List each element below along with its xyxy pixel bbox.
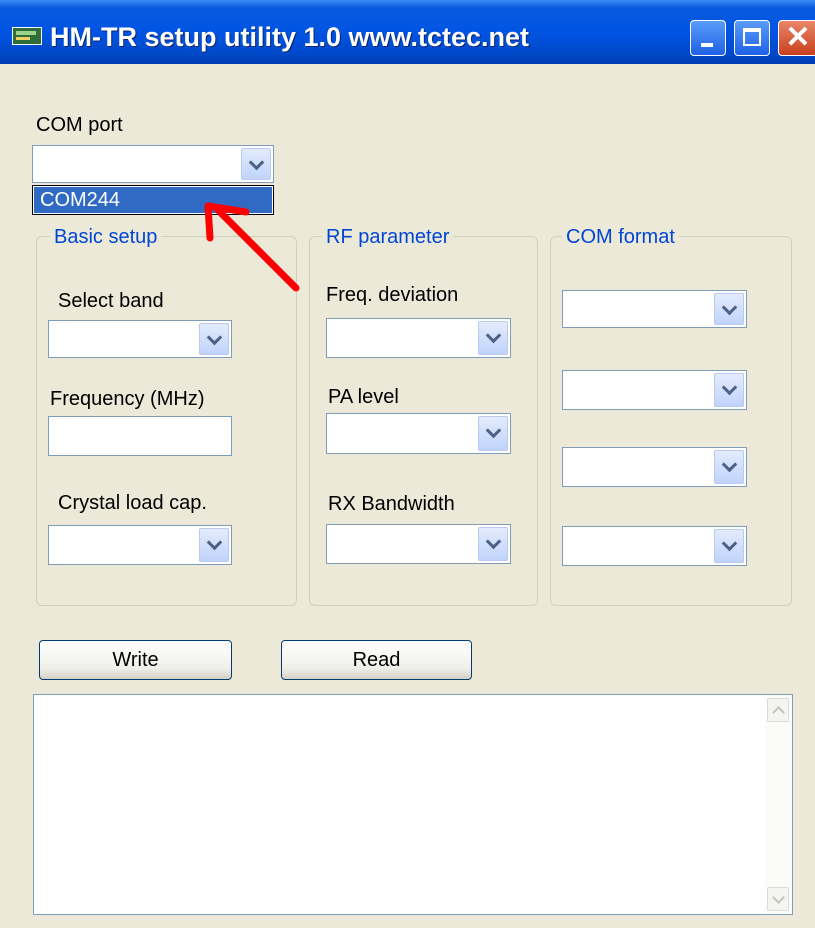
chevron-down-icon[interactable] (714, 373, 744, 407)
crystal-load-cap-combo[interactable] (48, 525, 232, 565)
select-band-label: Select band (58, 290, 164, 312)
close-icon: ✕ (785, 21, 811, 54)
chevron-down-icon[interactable] (478, 416, 508, 451)
log-scrollbar[interactable] (765, 695, 792, 914)
chevron-down-icon[interactable] (714, 450, 744, 484)
com-port-option[interactable]: COM244 (34, 187, 272, 213)
freq-deviation-label: Freq. deviation (326, 284, 459, 306)
com-format-combo-1[interactable] (562, 290, 747, 328)
chevron-down-icon[interactable] (199, 323, 229, 355)
chevron-down-icon[interactable] (241, 148, 271, 180)
com-format-combo-2[interactable] (562, 370, 747, 410)
chevron-down-icon[interactable] (199, 528, 229, 562)
chevron-down-icon[interactable] (478, 321, 508, 355)
com-format-title: COM format (562, 226, 679, 249)
log-textarea[interactable] (33, 694, 793, 915)
maximize-button[interactable] (734, 20, 770, 56)
minimize-icon (701, 43, 713, 47)
frequency-input[interactable] (48, 416, 232, 456)
maximize-icon (743, 28, 761, 46)
scroll-up-icon[interactable] (767, 698, 789, 722)
chevron-down-icon[interactable] (714, 529, 744, 563)
app-icon (12, 27, 42, 45)
close-button[interactable]: ✕ (778, 20, 815, 56)
chevron-down-icon[interactable] (714, 293, 744, 325)
write-button[interactable]: Write (39, 640, 232, 680)
com-port-dropdown-list: COM244 (32, 185, 274, 215)
rf-parameter-title: RF parameter (322, 226, 454, 249)
chevron-down-icon[interactable] (478, 527, 508, 561)
rx-bandwidth-combo[interactable] (326, 524, 511, 564)
pa-level-combo[interactable] (326, 413, 511, 454)
window-title: HM-TR setup utility 1.0 www.tctec.net (50, 22, 530, 52)
freq-deviation-combo[interactable] (326, 318, 511, 358)
title-bar[interactable]: HM-TR setup utility 1.0 www.tctec.net ✕ (0, 0, 815, 64)
com-port-combo[interactable] (32, 145, 274, 183)
minimize-button[interactable] (690, 20, 726, 56)
read-button[interactable]: Read (281, 640, 472, 680)
rx-bandwidth-label: RX Bandwidth (328, 493, 455, 515)
app-window: HM-TR setup utility 1.0 www.tctec.net ✕ … (0, 0, 815, 928)
com-port-label: COM port (36, 114, 123, 136)
crystal-load-cap-label: Crystal load cap. (58, 492, 207, 514)
pa-level-label: PA level (328, 386, 399, 408)
select-band-combo[interactable] (48, 320, 232, 358)
com-format-combo-3[interactable] (562, 447, 747, 487)
frequency-label: Frequency (MHz) (50, 388, 205, 410)
scroll-down-icon[interactable] (767, 887, 789, 911)
com-format-combo-4[interactable] (562, 526, 747, 566)
basic-setup-title: Basic setup (50, 226, 162, 249)
